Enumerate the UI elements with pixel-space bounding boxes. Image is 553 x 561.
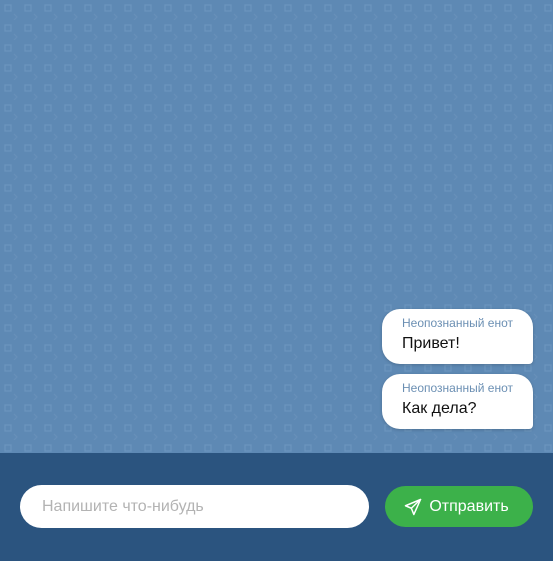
message-list: Неопознанный енот Привет! Неопознанный е… bbox=[382, 309, 533, 429]
chat-app: Неопознанный енот Привет! Неопознанный е… bbox=[0, 0, 553, 561]
message-area[interactable]: Неопознанный енот Привет! Неопознанный е… bbox=[0, 0, 553, 453]
message-composer: Отправить bbox=[0, 453, 553, 561]
message-author: Неопознанный енот bbox=[402, 316, 513, 330]
message-bubble: Неопознанный енот Как дела? bbox=[382, 374, 533, 429]
message-input[interactable] bbox=[20, 485, 369, 528]
message-text: Привет! bbox=[402, 335, 460, 352]
message-text: Как дела? bbox=[402, 400, 477, 417]
message-author: Неопознанный енот bbox=[402, 381, 513, 395]
paper-plane-icon bbox=[405, 498, 422, 515]
message-bubble: Неопознанный енот Привет! bbox=[382, 309, 533, 364]
send-button-label: Отправить bbox=[429, 497, 509, 515]
send-button[interactable]: Отправить bbox=[385, 486, 533, 527]
message-input-wrapper bbox=[20, 485, 369, 528]
